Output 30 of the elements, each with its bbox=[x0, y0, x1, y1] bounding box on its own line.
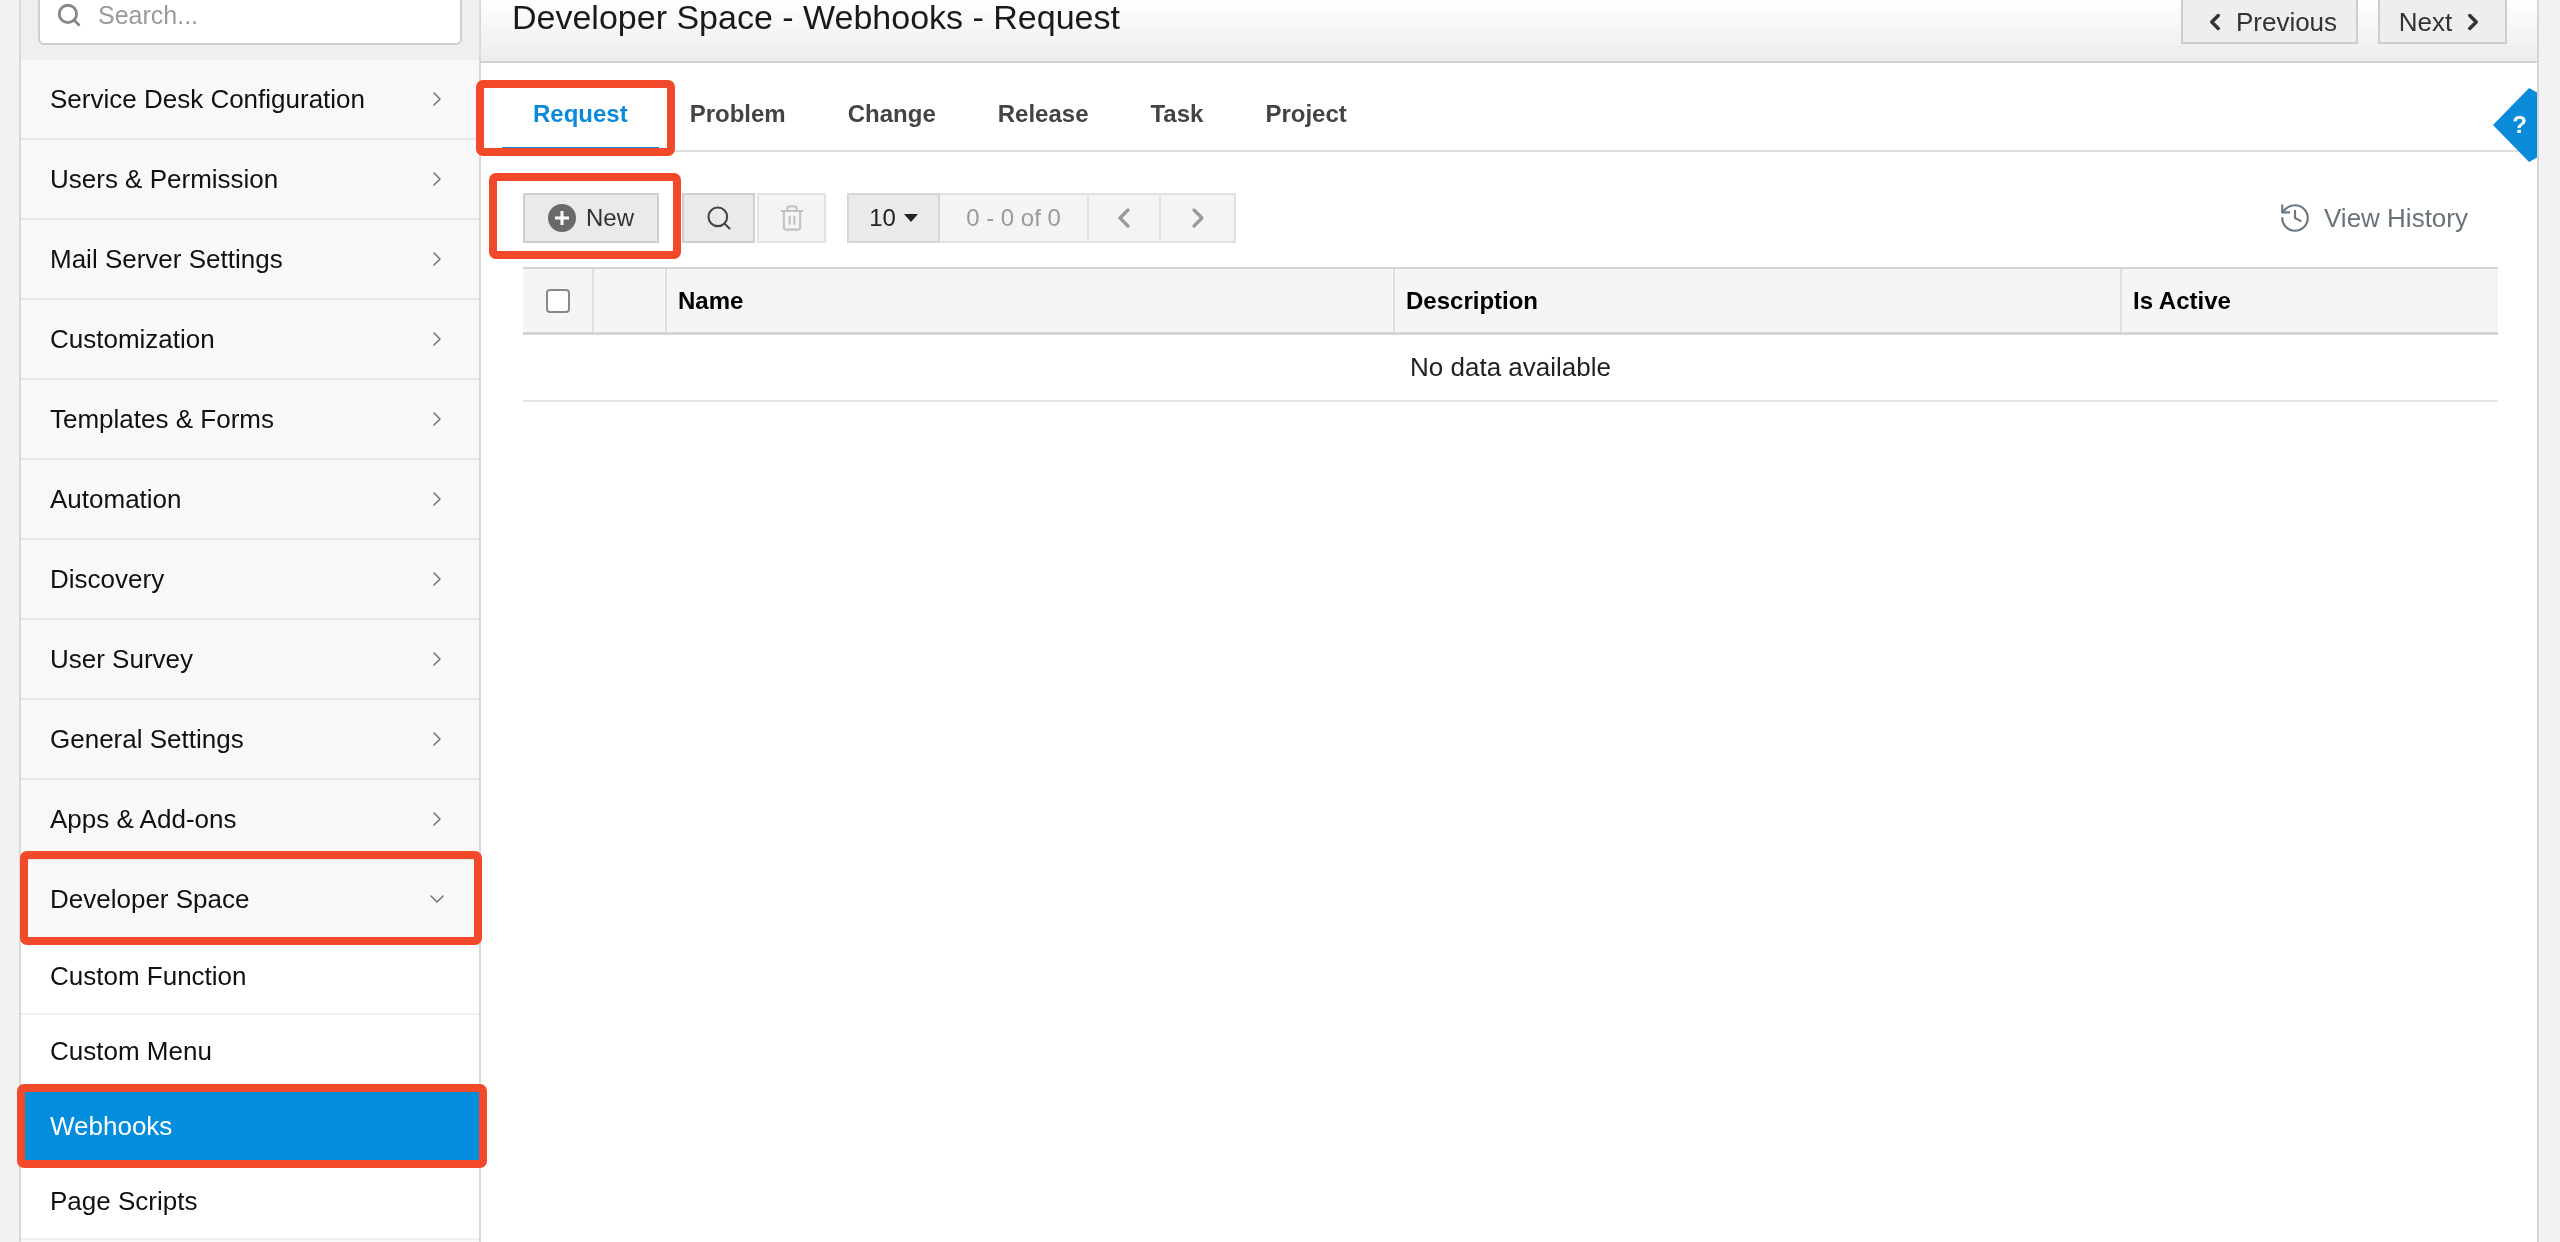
column-header: Is Active bbox=[2133, 285, 2231, 316]
sidebar-subitem[interactable]: Page Scripts bbox=[21, 1165, 479, 1240]
caret-down-icon bbox=[903, 214, 918, 222]
tab[interactable]: Request bbox=[502, 80, 659, 150]
tab[interactable]: Release bbox=[966, 80, 1120, 150]
tab[interactable]: Change bbox=[816, 80, 967, 150]
tab[interactable]: Project bbox=[1234, 80, 1378, 150]
search-field[interactable]: Search... bbox=[38, 0, 462, 45]
previous-page-button[interactable] bbox=[1087, 193, 1161, 243]
help-tab[interactable]: ? bbox=[2493, 88, 2537, 162]
empty-table-message: No data available bbox=[1410, 351, 1611, 384]
previous-button[interactable]: Previous bbox=[2181, 0, 2358, 44]
search-icon bbox=[704, 204, 733, 232]
search-icon bbox=[56, 2, 82, 28]
select-all-checkbox[interactable] bbox=[545, 288, 570, 313]
column-header: Description bbox=[1406, 285, 1539, 316]
new-button[interactable]: New bbox=[523, 193, 659, 243]
page-title: Developer Space - Webhooks - Request bbox=[512, 0, 1120, 34]
view-history-link[interactable]: View History bbox=[2278, 198, 2468, 238]
plus-circle-icon bbox=[548, 204, 576, 232]
search-button[interactable] bbox=[682, 193, 755, 243]
sidebar-subitem[interactable]: Custom Function bbox=[21, 940, 479, 1015]
tab[interactable]: Task bbox=[1119, 80, 1235, 150]
next-page-button[interactable] bbox=[1161, 193, 1236, 243]
history-icon bbox=[2278, 201, 2312, 235]
tab[interactable]: Problem bbox=[658, 80, 817, 150]
page-size-dropdown[interactable]: 10 bbox=[847, 193, 940, 243]
page-range: 0 - 0 of 0 bbox=[940, 193, 1087, 243]
next-button[interactable]: Next bbox=[2378, 0, 2507, 44]
column-header: Name bbox=[678, 285, 744, 316]
